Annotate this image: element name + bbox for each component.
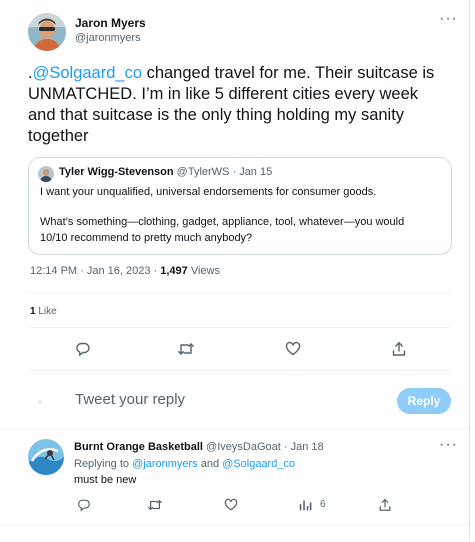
reply-reply-icon[interactable]	[77, 498, 91, 512]
reply-retweet-icon[interactable]	[147, 498, 163, 512]
quote-text-line-3: 10/10 recommend to pretty much anybody?	[40, 232, 253, 244]
replying-mention-2[interactable]: @Solgaard_co	[222, 458, 295, 470]
tweet-thread-panel: Jaron Myers @jaronmyers ··· .@Solgaard_c…	[0, 0, 470, 542]
reply-text: must be new	[74, 474, 137, 486]
reply-button[interactable]: Reply	[397, 388, 451, 414]
divider-composer	[0, 428, 469, 429]
quote-header: Tyler Wigg-Stevenson @TylerWS · Jan 15	[59, 166, 272, 178]
more-icon[interactable]: ···	[439, 11, 458, 27]
tweet-text: .@Solgaard_co changed travel for me. The…	[28, 63, 448, 147]
reply-views-icon[interactable]	[298, 498, 312, 512]
reply-author-avatar[interactable]	[28, 439, 64, 475]
views-count: 1,497	[160, 265, 188, 277]
views-label: Views	[187, 265, 220, 277]
tweet-meta: 12:14 PM · Jan 16, 2023 · 1,497 Views	[30, 265, 220, 277]
reply-date[interactable]: · Jan 18	[284, 441, 324, 453]
reply-views-count: 6	[320, 499, 326, 510]
quote-text-line-1: I want your unqualified, universal endor…	[40, 186, 377, 198]
reply-icon[interactable]	[75, 341, 91, 357]
reply-heart-icon[interactable]	[224, 498, 238, 512]
divider-reply	[0, 524, 469, 525]
quote-text-line-2: What’s something—clothing, gadget, appli…	[40, 216, 405, 228]
reply-share-icon[interactable]	[378, 498, 392, 512]
reply-author-handle[interactable]: @IveysDaGoat	[206, 441, 281, 453]
author-name[interactable]: Jaron Myers	[75, 16, 146, 30]
likes-label: Like	[35, 306, 57, 317]
reply-more-icon[interactable]: ···	[439, 437, 458, 453]
quoted-tweet[interactable]: Tyler Wigg-Stevenson @TylerWS · Jan 15 I…	[28, 157, 452, 255]
divider-likes	[28, 327, 450, 328]
reply-composer-input[interactable]: Tweet your reply	[75, 391, 185, 408]
quote-author-handle: @TylerWS	[176, 166, 230, 178]
replying-to-prefix: Replying to	[74, 458, 133, 470]
mention-link[interactable]: @Solgaard_co	[33, 64, 142, 82]
likes-count-row[interactable]: 1 Like	[30, 306, 57, 317]
share-icon[interactable]	[391, 341, 407, 357]
replying-mention-1[interactable]: @jaronmyers	[132, 458, 198, 470]
author-handle[interactable]: @jaronmyers	[75, 32, 141, 44]
quote-author-avatar	[38, 166, 54, 182]
divider-actions	[28, 370, 450, 371]
heart-icon[interactable]	[285, 341, 301, 357]
composer-avatar-placeholder	[38, 400, 42, 404]
reply-header: Burnt Orange Basketball @IveysDaGoat · J…	[74, 441, 324, 453]
divider-meta	[28, 292, 450, 293]
author-avatar[interactable]	[28, 13, 66, 51]
quote-date: · Jan 15	[232, 166, 273, 178]
quote-author-name: Tyler Wigg-Stevenson	[59, 166, 174, 178]
replying-and: and	[197, 458, 223, 470]
retweet-icon[interactable]	[177, 341, 195, 357]
replying-to-line: Replying to @jaronmyers and @Solgaard_co	[74, 458, 295, 470]
tweet-timestamp[interactable]: 12:14 PM · Jan 16, 2023 ·	[30, 265, 160, 277]
reply-author-name[interactable]: Burnt Orange Basketball	[74, 441, 203, 453]
